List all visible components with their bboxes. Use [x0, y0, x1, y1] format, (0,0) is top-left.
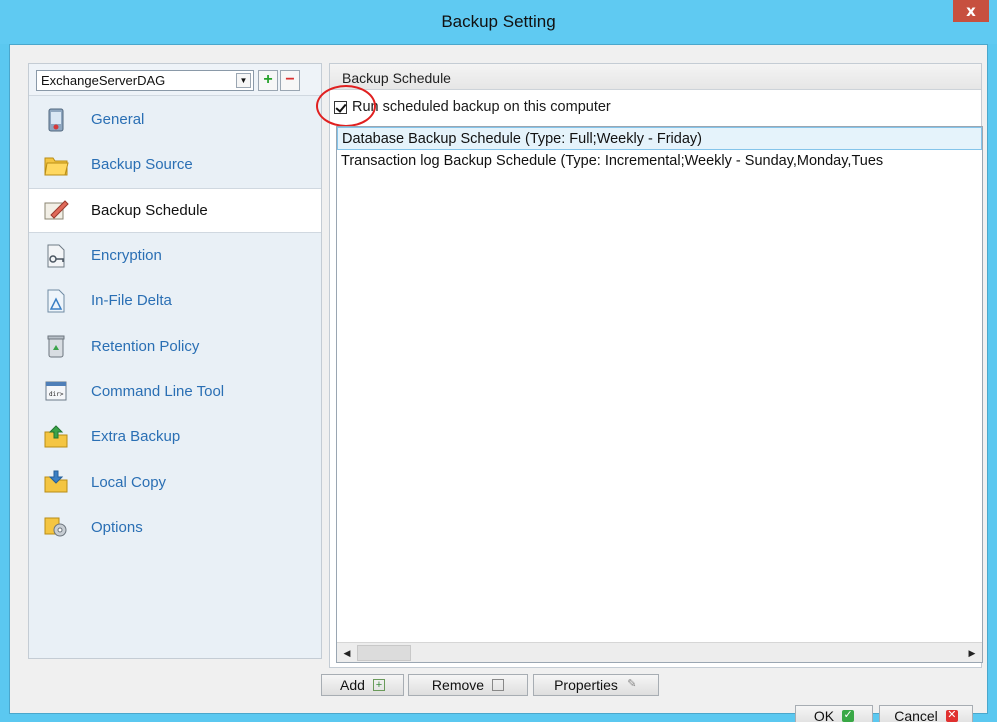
- encryption-icon: [47, 244, 65, 268]
- sidebar-item-in-file-delta[interactable]: In-File Delta: [29, 278, 321, 323]
- remove-backup-set-button[interactable]: −: [280, 70, 300, 91]
- sidebar-item-label: Options: [91, 518, 143, 536]
- section-title: Backup Schedule: [330, 64, 981, 90]
- delta-icon: [47, 289, 65, 313]
- sidebar-item-label: General: [91, 111, 145, 129]
- list-item[interactable]: Transaction log Backup Schedule (Type: I…: [337, 150, 982, 173]
- sidebar-item-general[interactable]: General: [29, 97, 321, 142]
- command-line-icon: dir>: [45, 381, 67, 401]
- sidebar-item-options[interactable]: Options: [29, 505, 321, 550]
- run-scheduled-label[interactable]: Run scheduled backup on this computer: [352, 99, 611, 115]
- schedule-panel: Backup Schedule Run scheduled backup on …: [316, 63, 983, 668]
- options-icon: [44, 517, 67, 537]
- sidebar-item-label: Retention Policy: [91, 337, 200, 355]
- sidebar-item-backup-source[interactable]: Backup Source: [29, 142, 321, 187]
- profile-row: ExchangeServerDAG ▼ + −: [29, 64, 321, 96]
- cancel-icon: ✕: [945, 709, 958, 722]
- dialog-body: ExchangeServerDAG ▼ + − General Backup S…: [9, 44, 988, 722]
- sidebar-item-extra-backup[interactable]: Extra Backup: [29, 414, 321, 459]
- edit-icon: ✎: [627, 678, 637, 690]
- backup-set-value: ExchangeServerDAG: [41, 73, 166, 88]
- sidebar-item-encryption[interactable]: Encryption: [29, 233, 321, 278]
- run-scheduled-checkbox[interactable]: [334, 100, 347, 114]
- local-copy-icon: [44, 470, 68, 493]
- scroll-left-icon[interactable]: ◀: [339, 645, 355, 661]
- sidebar-item-label: Backup Source: [91, 156, 193, 174]
- sidebar-item-label: Command Line Tool: [91, 382, 225, 400]
- svg-text:dir>: dir>: [49, 391, 64, 398]
- add-backup-set-button[interactable]: +: [258, 70, 278, 91]
- sidebar-item-local-copy[interactable]: Local Copy: [29, 459, 321, 504]
- properties-button-label: Properties: [554, 677, 618, 693]
- add-button[interactable]: Add +: [321, 674, 404, 696]
- folder-icon: [44, 157, 69, 176]
- extra-backup-icon: [44, 425, 68, 448]
- backup-set-select[interactable]: ExchangeServerDAG ▼: [36, 70, 254, 91]
- add-button-label: Add: [340, 677, 365, 693]
- remove-button[interactable]: Remove: [408, 674, 528, 696]
- ok-button[interactable]: OK ✓: [795, 705, 873, 722]
- close-button[interactable]: x: [953, 0, 989, 22]
- cancel-button[interactable]: Cancel ✕: [879, 705, 973, 722]
- window-title: Backup Setting: [441, 12, 556, 31]
- add-icon: +: [372, 679, 385, 691]
- ok-button-label: OK: [813, 708, 835, 722]
- chevron-down-icon[interactable]: ▼: [236, 73, 251, 88]
- schedule-list[interactable]: Database Backup Schedule (Type: Full;Wee…: [336, 126, 983, 663]
- sidebar-item-label: Local Copy: [91, 473, 167, 491]
- scrollbar-thumb[interactable]: [357, 645, 411, 661]
- run-scheduled-row: Run scheduled backup on this computer: [316, 85, 611, 127]
- list-item[interactable]: Database Backup Schedule (Type: Full;Wee…: [337, 127, 982, 150]
- scroll-right-icon[interactable]: ▶: [964, 645, 980, 661]
- sidebar-item-label: Extra Backup: [91, 428, 181, 446]
- sidebar-item-backup-schedule[interactable]: Backup Schedule: [29, 187, 321, 233]
- sidebar-item-label: In-File Delta: [91, 292, 172, 310]
- settings-sidebar: ExchangeServerDAG ▼ + − General Backup S…: [28, 63, 322, 659]
- schedule-icon: [44, 200, 69, 220]
- settings-nav: General Backup Source Backup Schedule En…: [29, 97, 321, 550]
- recycle-bin-icon: [47, 335, 65, 358]
- title-bar: Backup Setting x: [0, 0, 997, 44]
- check-icon: ✓: [842, 709, 855, 722]
- cancel-button-label: Cancel: [894, 708, 938, 722]
- sidebar-item-label: Encryption: [91, 247, 162, 265]
- trash-icon: [492, 679, 505, 691]
- sidebar-item-label: Backup Schedule: [91, 201, 208, 219]
- horizontal-scrollbar[interactable]: ◀ ▶: [337, 642, 982, 662]
- sidebar-item-retention-policy[interactable]: Retention Policy: [29, 323, 321, 368]
- sidebar-item-command-line-tool[interactable]: dir> Command Line Tool: [29, 369, 321, 414]
- properties-button[interactable]: Properties ✎: [533, 674, 659, 696]
- remove-button-label: Remove: [431, 677, 485, 693]
- general-icon: [48, 108, 64, 132]
